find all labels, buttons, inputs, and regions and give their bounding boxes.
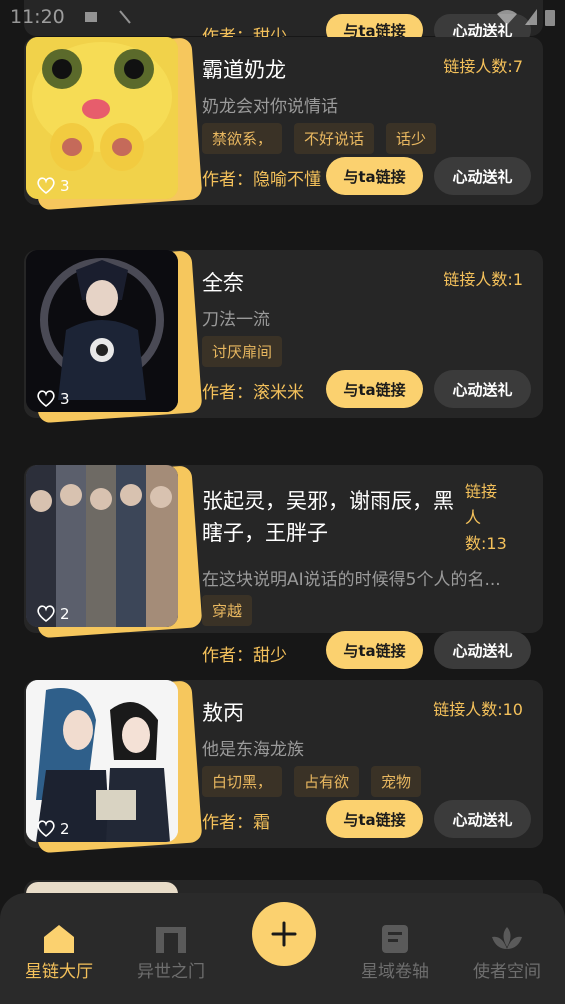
- like-count: 2: [60, 605, 70, 623]
- tag: 占有欲: [294, 766, 360, 797]
- link-count-line: 人: [465, 508, 482, 527]
- link-count-line: 数:13: [465, 534, 507, 553]
- anime-couple-image: [26, 680, 178, 842]
- tab-star-scroll[interactable]: 星域卷轴: [340, 923, 450, 982]
- battery-icon: [545, 10, 555, 26]
- character-name-line: 张起灵，吴邪，谢雨辰，黑: [202, 489, 454, 513]
- scroll-icon: [382, 925, 408, 953]
- link-button[interactable]: 与ta链接: [326, 157, 423, 195]
- character-name: 张起灵，吴邪，谢雨辰，黑 瞎子，王胖子: [202, 485, 482, 549]
- yellow-monster-image: [26, 37, 178, 199]
- link-count: 链接人数:10: [433, 700, 523, 719]
- tag-list: 讨厌扉间: [202, 336, 283, 367]
- wifi-icon: [497, 10, 517, 25]
- create-button[interactable]: [252, 902, 316, 966]
- media-icon: [119, 10, 131, 24]
- signal-icon: [525, 9, 537, 25]
- character-card[interactable]: 2 敖丙 链接人数:10 他是东海龙族 白切黑， 占有欲 宠物 作者：霜 与ta…: [24, 680, 543, 854]
- tag: 宠物: [371, 766, 422, 797]
- like-count: 3: [60, 177, 70, 195]
- character-description: 他是东海龙族: [202, 740, 304, 760]
- tag: 不好说话: [294, 123, 375, 154]
- character-name: 霸道奶龙: [202, 58, 286, 82]
- like-counter[interactable]: 3: [36, 390, 70, 408]
- link-count: 链接人数:7: [443, 57, 523, 76]
- character-name: 敖丙: [202, 701, 244, 725]
- home-icon: [44, 925, 74, 953]
- tab-label: 星域卷轴: [361, 962, 429, 982]
- link-button[interactable]: 与ta链接: [326, 800, 423, 838]
- gift-button[interactable]: 心动送礼: [434, 370, 531, 408]
- like-counter[interactable]: 3: [36, 177, 70, 195]
- heart-icon: [37, 820, 55, 838]
- group-characters-image: [26, 465, 178, 627]
- character-description: 在这块说明AI说话的时候得5个人的名...: [202, 570, 501, 590]
- tag: 穿越: [202, 595, 253, 626]
- card-author: 作者：霜: [202, 813, 270, 833]
- like-count: 3: [60, 390, 70, 408]
- card-author: 作者：隐喻不懂: [202, 170, 321, 190]
- tag-list: 禁欲系， 不好说话 话少: [202, 123, 437, 154]
- character-card[interactable]: 3 全奈 链接人数:1 刀法一流 讨厌扉间 作者：滚米米 与ta链接 心动送礼: [24, 250, 543, 424]
- character-card[interactable]: 3 霸道奶龙 链接人数:7 奶龙会对你说情话 禁欲系， 不好说话 话少 作者：隐…: [24, 37, 543, 211]
- lotus-icon: [492, 927, 522, 949]
- link-count: 链接 人 数:13: [465, 479, 519, 557]
- card-author: 作者：甜少: [202, 646, 287, 666]
- gift-button[interactable]: 心动送礼: [434, 157, 531, 195]
- status-time: 11:20: [10, 6, 65, 28]
- tab-otherworld-gate[interactable]: 异世之门: [116, 923, 226, 982]
- character-avatar[interactable]: [26, 680, 178, 842]
- character-avatar[interactable]: [26, 465, 178, 627]
- character-description: 刀法一流: [202, 310, 270, 330]
- link-count: 链接人数:1: [443, 270, 523, 289]
- character-card[interactable]: 2 张起灵，吴邪，谢雨辰，黑 瞎子，王胖子 链接 人 数:13 在这块说明AI说…: [24, 465, 543, 669]
- tag: 白切黑，: [202, 766, 283, 797]
- link-button[interactable]: 与ta链接: [326, 370, 423, 408]
- heart-icon: [37, 390, 55, 408]
- tag: 话少: [386, 123, 437, 154]
- link-button[interactable]: 与ta链接: [326, 631, 423, 669]
- heart-icon: [37, 605, 55, 623]
- tag: 讨厌扉间: [202, 336, 283, 367]
- plus-icon: [271, 921, 297, 947]
- like-counter[interactable]: 2: [36, 605, 70, 623]
- like-count: 2: [60, 820, 70, 838]
- system-icons: [497, 8, 555, 26]
- tab-star-hall[interactable]: 星链大厅: [4, 923, 114, 982]
- tab-label: 异世之门: [137, 962, 205, 982]
- gift-button[interactable]: 心动送礼: [434, 631, 531, 669]
- character-name-line: 瞎子，王胖子: [202, 521, 328, 545]
- gate-icon: [156, 927, 186, 953]
- heart-icon: [37, 177, 55, 195]
- tab-label: 使者空间: [473, 962, 541, 982]
- ninja-character-image: [26, 250, 178, 412]
- character-avatar[interactable]: [26, 37, 178, 199]
- status-bar: 11:20: [0, 0, 565, 36]
- tab-label: 星链大厅: [25, 962, 93, 982]
- tag-list: 穿越: [202, 595, 253, 626]
- gift-button[interactable]: 心动送礼: [434, 800, 531, 838]
- character-avatar[interactable]: [26, 250, 178, 412]
- link-count-line: 链接: [465, 482, 498, 501]
- tab-messenger-space[interactable]: 使者空间: [452, 923, 562, 982]
- tag: 禁欲系，: [202, 123, 283, 154]
- tag-list: 白切黑， 占有欲 宠物: [202, 766, 422, 797]
- card-author: 作者：滚米米: [202, 383, 304, 403]
- notification-icon: [85, 12, 97, 22]
- like-counter[interactable]: 2: [36, 820, 70, 838]
- character-description: 奶龙会对你说情话: [202, 97, 338, 117]
- character-name: 全奈: [202, 271, 244, 295]
